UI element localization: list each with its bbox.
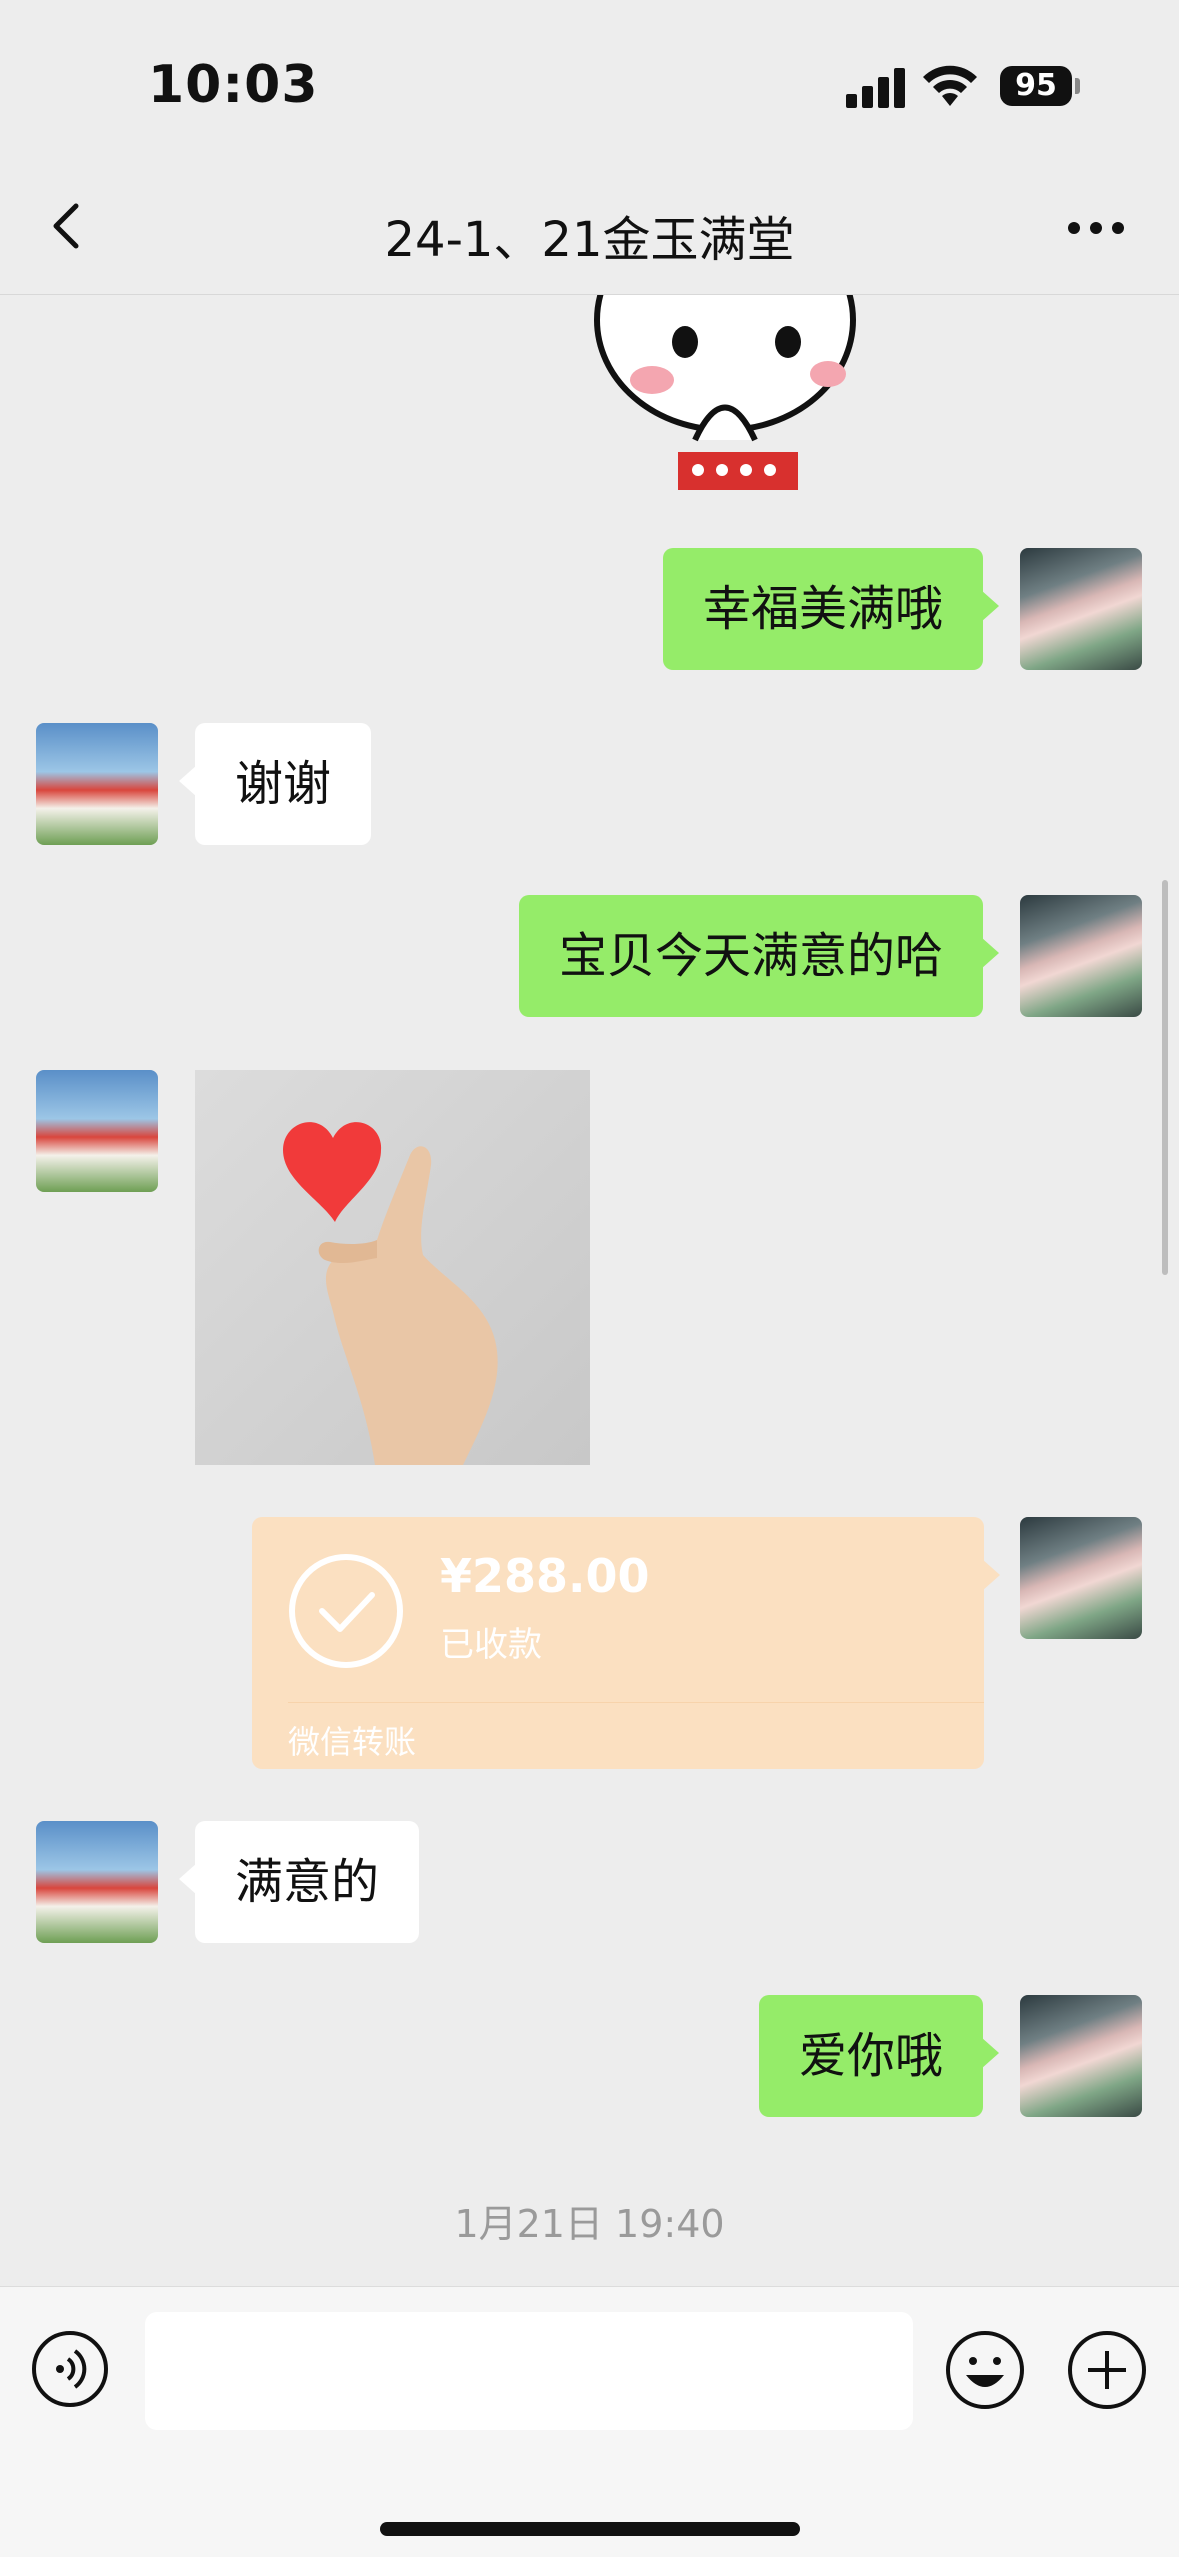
my-avatar[interactable] bbox=[1020, 548, 1142, 670]
wifi-icon bbox=[923, 65, 977, 106]
scrollbar[interactable] bbox=[1162, 880, 1168, 1275]
more-dots-icon[interactable] bbox=[1060, 212, 1130, 242]
my-avatar[interactable] bbox=[1020, 895, 1142, 1017]
my-avatar[interactable] bbox=[1020, 1517, 1142, 1639]
transfer-status: 已收款 bbox=[440, 1625, 542, 1665]
contact-avatar[interactable] bbox=[36, 1821, 158, 1943]
message-input[interactable] bbox=[145, 2312, 913, 2430]
voice-icon[interactable] bbox=[30, 2329, 110, 2409]
cellular-signal-icon bbox=[846, 66, 906, 108]
sticker-image[interactable] bbox=[590, 295, 860, 490]
my-avatar[interactable] bbox=[1020, 1995, 1142, 2117]
status-bar: 10:03 95 bbox=[0, 0, 1179, 160]
transfer-amount: ¥288.00 bbox=[440, 1549, 650, 1603]
input-bar bbox=[0, 2286, 1179, 2557]
status-time: 10:03 bbox=[148, 55, 319, 115]
emoji-icon[interactable] bbox=[944, 2329, 1026, 2411]
contact-avatar[interactable] bbox=[36, 723, 158, 845]
message-bubble-received[interactable]: 谢谢 bbox=[178, 723, 372, 845]
plus-icon[interactable] bbox=[1066, 2329, 1148, 2411]
heart-hand-photo bbox=[283, 1122, 498, 1465]
battery-tip bbox=[1075, 78, 1080, 94]
nav-bar: 24-1、21金玉满堂 bbox=[0, 160, 1179, 295]
message-bubble-sent[interactable]: 宝贝今天满意的哈 bbox=[518, 895, 1000, 1017]
message-bubble-sent[interactable]: 幸福美满哦 bbox=[662, 548, 1000, 670]
image-message[interactable] bbox=[195, 1070, 590, 1465]
contact-avatar[interactable] bbox=[36, 1070, 158, 1192]
chat-history[interactable]: 幸福美满哦 谢谢 宝贝今天满意的哈 ¥288.00 已收款 微信转账 满意的 爱… bbox=[0, 295, 1179, 2285]
chat-title: 24-1、21金玉满堂 bbox=[384, 212, 795, 268]
transfer-label: 微信转账 bbox=[288, 1723, 417, 1761]
message-timestamp: 1月21日 19:40 bbox=[454, 2202, 725, 2246]
battery-icon: 95 bbox=[1000, 66, 1072, 106]
home-indicator[interactable] bbox=[380, 2522, 800, 2536]
check-circle-icon bbox=[289, 1554, 403, 1668]
divider bbox=[288, 1702, 984, 1703]
transfer-card[interactable]: ¥288.00 已收款 微信转账 bbox=[252, 1517, 1000, 1769]
message-bubble-sent[interactable]: 爱你哦 bbox=[758, 1995, 1000, 2117]
message-bubble-received[interactable]: 满意的 bbox=[178, 1821, 420, 1943]
